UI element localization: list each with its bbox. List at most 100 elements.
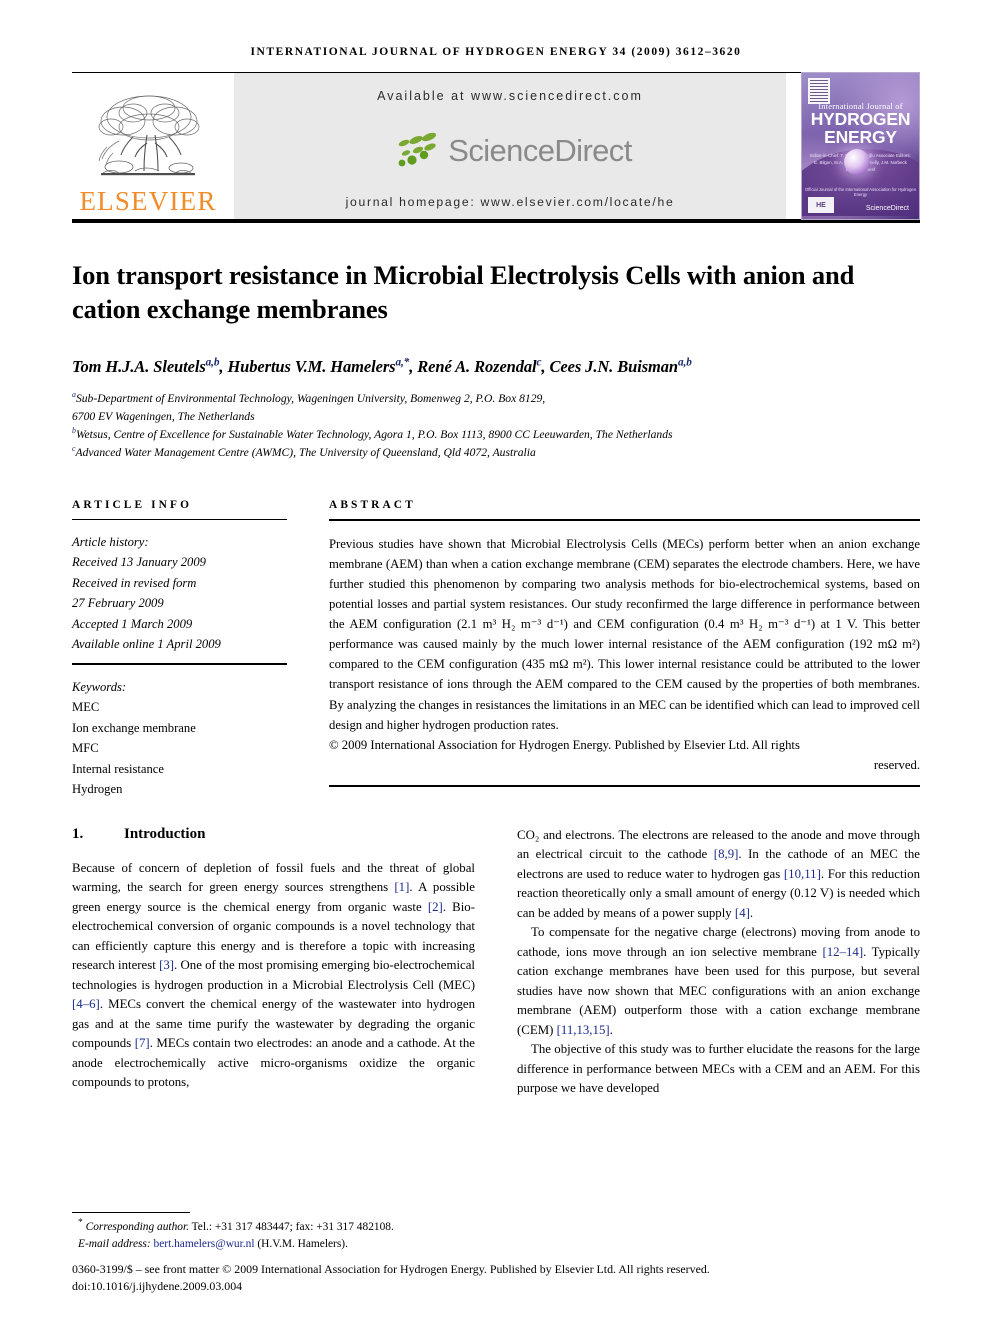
cover-he-badge — [808, 197, 834, 213]
abstract-column: ABSTRACT Previous studies have shown tha… — [329, 499, 920, 800]
author-name: Cees J.N. Buisman — [549, 356, 678, 376]
citation-reference[interactable]: [7] — [135, 1036, 150, 1050]
footnote-area: * Corresponding author. Tel.: +31 317 48… — [72, 1212, 920, 1295]
affiliation-text: Advanced Water Management Centre (AWMC),… — [75, 446, 536, 460]
article-history-item: Received 13 January 2009 — [72, 555, 206, 570]
paragraph: The objective of this study was to furth… — [517, 1042, 920, 1096]
sciencedirect-leaf-icon — [398, 132, 437, 167]
affiliation-text: Sub-Department of Environmental Technolo… — [75, 391, 546, 405]
author-affil-marker: a,b — [677, 356, 692, 369]
paragraph: CO₂ and electrons. The electrons are rel… — [517, 827, 921, 920]
abstract-rule-bottom — [329, 785, 920, 788]
affiliation-item: cAdvanced Water Management Centre (AWMC)… — [72, 444, 920, 462]
running-head: INTERNATIONAL JOURNAL OF HYDROGEN ENERGY… — [250, 46, 742, 58]
keyword-item: MEC — [72, 700, 100, 715]
corresponding-author-contact: Tel.: +31 317 483447; fax: +31 317 48210… — [188, 1221, 394, 1234]
cover-sciencedirect-badge: ScienceDirect — [865, 205, 909, 212]
abstract-rule-top — [329, 518, 920, 521]
citation-reference[interactable]: [4] — [735, 906, 750, 920]
imprint-line: 0360-3199/$ – see front matter © 2009 In… — [72, 1261, 710, 1276]
abstract-text: Previous studies have shown that Microbi… — [329, 536, 920, 732]
introduction-left-text: Because of concern of depletion of fossi… — [72, 859, 475, 1093]
journal-homepage-text: journal homepage: www.elsevier.com/locat… — [345, 195, 675, 209]
keyword-item: MFC — [72, 741, 99, 756]
footnote-rule — [72, 1212, 190, 1214]
sciencedirect-logo: ScienceDirect — [388, 130, 632, 170]
author-affil-marker: a,b — [205, 356, 220, 369]
corresponding-author-marker: * — [78, 1218, 83, 1229]
citation-reference[interactable]: [4–6] — [72, 997, 100, 1011]
citation-reference[interactable]: [10,11] — [784, 867, 821, 881]
section-number: 1. — [72, 825, 84, 842]
keywords-block: Keywords: MEC Ion exchange membrane MFC … — [72, 677, 287, 800]
article-info-rule — [72, 518, 287, 520]
affiliation-text: Wetsus, Centre of Excellence for Sustain… — [75, 428, 673, 442]
article-history-item: 27 February 2009 — [72, 596, 164, 611]
affiliation-item: 6700 EV Wageningen, The Netherlands — [72, 408, 920, 426]
section-heading-introduction: 1. Introduction — [72, 826, 475, 843]
keyword-item: Hydrogen — [72, 782, 123, 797]
sciencedirect-wordmark: ScienceDirect — [448, 132, 632, 168]
journal-cover-thumbnail: International Journal of HYDROGEN ENERGY… — [801, 72, 920, 220]
email-line: E-mail address: bert.hamelers@wur.nl (H.… — [72, 1236, 920, 1253]
abstract-copyright: © 2009 International Association for Hyd… — [329, 737, 800, 752]
author-name: Tom H.J.A. Sleutels — [72, 356, 206, 376]
introduction-right-text: CO₂ and electrons. The electrons are rel… — [517, 826, 920, 1099]
article-history-block: Article history: Received 13 January 200… — [72, 532, 287, 655]
body-column-left: 1. Introduction Because of concern of de… — [72, 826, 475, 1099]
article-info-label: ARTICLE INFO — [72, 498, 193, 511]
citation-reference[interactable]: [12–14] — [822, 945, 863, 959]
body-column-right: CO₂ and electrons. The electrons are rel… — [517, 826, 920, 1099]
sciencedirect-band: Available at www.sciencedirect.com Scien… — [234, 73, 786, 219]
available-at-text: Available at www.sciencedirect.com — [377, 89, 643, 103]
citation-reference[interactable]: [2] — [428, 900, 443, 914]
abstract-label: ABSTRACT — [329, 498, 416, 511]
corresponding-author-label: Corresponding author. — [85, 1221, 189, 1234]
paragraph: Because of concern of depletion of fossi… — [72, 860, 475, 1090]
paragraph: To compensate for the negative charge (e… — [517, 925, 920, 1037]
elsevier-logo-block: ELSEVIER — [72, 73, 224, 219]
citation-reference[interactable]: [8,9] — [714, 847, 739, 861]
author-name: René A. Rozendal — [417, 356, 537, 376]
cover-title-line3: ENERGY — [824, 126, 897, 147]
info-abstract-section: ARTICLE INFO Article history: Received 1… — [72, 499, 920, 800]
citation-reference[interactable]: [1] — [394, 880, 409, 894]
masthead-band: ELSEVIER Available at www.sciencedirect.… — [72, 72, 920, 223]
affiliation-list: aSub-Department of Environmental Technol… — [72, 390, 920, 463]
keyword-item: Ion exchange membrane — [72, 720, 196, 735]
affiliation-text: 6700 EV Wageningen, The Netherlands — [72, 410, 255, 423]
abstract-rights-reserved: reserved. — [873, 757, 920, 772]
body-columns: 1. Introduction Because of concern of de… — [72, 826, 920, 1099]
abstract-text-block: Previous studies have shown that Microbi… — [329, 534, 920, 776]
article-history-title: Article history: — [72, 534, 149, 549]
affiliation-item: bWetsus, Centre of Excellence for Sustai… — [72, 426, 920, 444]
author-list: Tom H.J.A. Sleutelsa,b, Hubertus V.M. Ha… — [72, 357, 920, 377]
elsevier-tree-icon — [98, 95, 200, 176]
corresponding-author-line: * Corresponding author. Tel.: +31 317 48… — [72, 1219, 920, 1236]
keywords-title: Keywords: — [72, 679, 127, 694]
keywords-rule — [72, 662, 287, 665]
citation-reference[interactable]: [3] — [159, 958, 174, 972]
imprint-block: 0360-3199/$ – see front matter © 2009 In… — [72, 1261, 920, 1295]
article-title: Ion transport resistance in Microbial El… — [72, 260, 855, 324]
elsevier-wordmark: ELSEVIER — [79, 186, 217, 216]
article-info-column: ARTICLE INFO Article history: Received 1… — [72, 499, 287, 800]
article-first-page: INTERNATIONAL JOURNAL OF HYDROGEN ENERGY… — [0, 0, 992, 1323]
section-title: Introduction — [124, 825, 206, 842]
article-history-item: Received in revised form — [72, 575, 197, 590]
doi-line: doi:10.1016/j.ijhydene.2009.03.004 — [72, 1278, 243, 1293]
cover-title-main: HYDROGEN ENERGY — [802, 110, 919, 147]
email-link[interactable]: bert.hamelers@wur.nl — [154, 1238, 255, 1250]
journal-cover-block: International Journal of HYDROGEN ENERGY… — [796, 72, 920, 220]
cover-orb-graphic — [844, 148, 871, 175]
article-history-item: Available online 1 April 2009 — [72, 637, 221, 652]
citation-reference[interactable]: [11,13,15] — [557, 1023, 610, 1037]
keyword-item: Internal resistance — [72, 761, 164, 776]
cover-issn-note: Official Journal of the International As… — [804, 187, 917, 197]
affiliation-item: aSub-Department of Environmental Technol… — [72, 390, 920, 408]
author-affil-marker: a,* — [395, 356, 410, 369]
author-name: Hubertus V.M. Hamelers — [227, 356, 396, 376]
email-label: E-mail address: — [78, 1238, 151, 1251]
article-history-item: Accepted 1 March 2009 — [72, 616, 193, 631]
email-owner: (H.V.M. Hamelers). — [257, 1238, 348, 1251]
